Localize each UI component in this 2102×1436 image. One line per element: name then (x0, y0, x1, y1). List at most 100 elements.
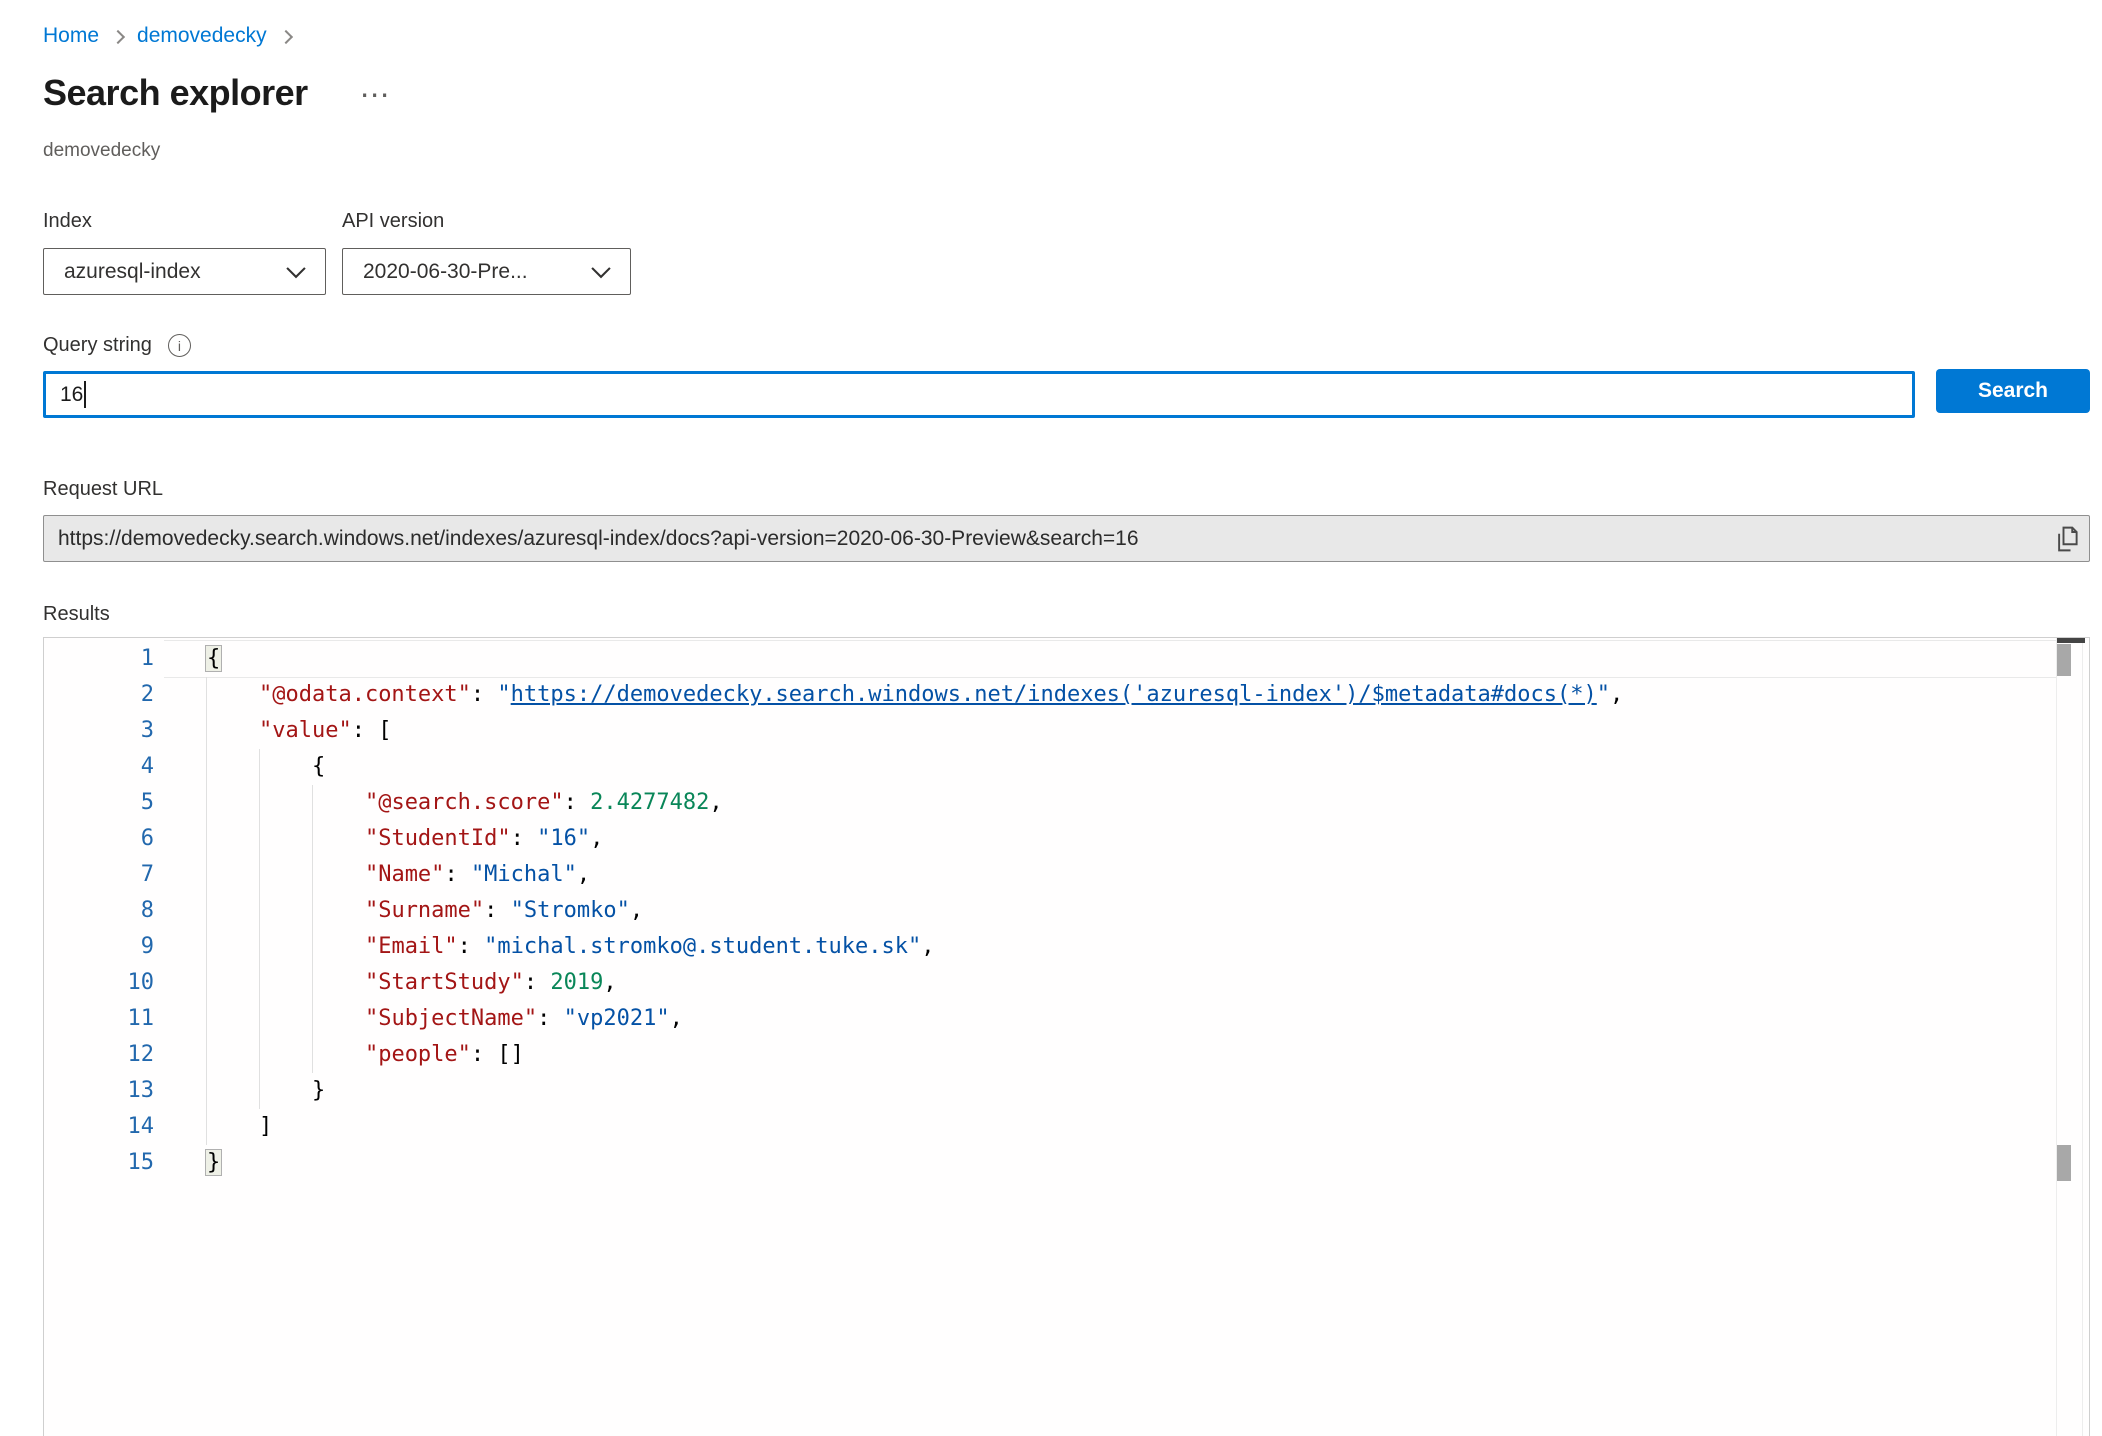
code-link[interactable]: https://demovedecky.search.windows.net/i… (511, 682, 1597, 707)
vertical-scrollbar-thumb[interactable] (2057, 644, 2071, 676)
code-token: "16" (537, 826, 590, 851)
code-line[interactable]: 5 "@search.score": 2.4277482, (44, 785, 2089, 821)
line-number[interactable]: 1 (44, 641, 154, 677)
code-token: "people" (365, 1042, 471, 1067)
code-token: "StudentId" (365, 826, 511, 851)
line-content: "Name": "Michal", (206, 857, 590, 893)
code-line[interactable]: 10 "StartStudy": 2019, (44, 965, 2089, 1001)
breadcrumb-home-link[interactable]: Home (43, 24, 99, 48)
line-number[interactable]: 9 (44, 929, 154, 965)
line-content: "StudentId": "16", (206, 821, 603, 857)
overview-ruler-cursor-marker (2057, 638, 2085, 643)
results-editor[interactable]: 1{2 "@odata.context": "https://demovedec… (43, 637, 2090, 1436)
line-number[interactable]: 11 (44, 1001, 154, 1037)
line-content: "StartStudy": 2019, (206, 965, 617, 1001)
line-number[interactable]: 6 (44, 821, 154, 857)
line-number[interactable]: 13 (44, 1073, 154, 1109)
line-content: { (206, 641, 221, 677)
query-string-value: 16 (60, 383, 83, 407)
code-token: : (484, 898, 511, 923)
api-version-dropdown[interactable]: 2020-06-30-Pre... (342, 248, 631, 295)
line-number[interactable]: 8 (44, 893, 154, 929)
line-number[interactable]: 2 (44, 677, 154, 713)
query-string-label: Query string (43, 334, 152, 357)
code-token: : (458, 934, 485, 959)
code-token: : (471, 682, 498, 707)
code-token: " (497, 682, 510, 707)
info-icon[interactable]: i (168, 334, 191, 357)
code-token: } (312, 1078, 325, 1103)
code-token: , (921, 934, 934, 959)
api-version-label: API version (342, 210, 444, 233)
code-token: "SubjectName" (365, 1006, 537, 1031)
index-dropdown[interactable]: azuresql-index (43, 248, 326, 295)
code-line[interactable]: 9 "Email": "michal.stromko@.student.tuke… (44, 929, 2089, 965)
code-token: , (1610, 682, 1623, 707)
code-line[interactable]: 12 "people": [] (44, 1037, 2089, 1073)
search-button[interactable]: Search (1936, 369, 2090, 413)
code-line[interactable]: 6 "StudentId": "16", (44, 821, 2089, 857)
code-token: , (630, 898, 643, 923)
code-token: { (205, 645, 222, 672)
line-number[interactable]: 14 (44, 1109, 154, 1145)
code-token: : (537, 1006, 564, 1031)
code-token: : [ (352, 718, 392, 743)
more-menu-button[interactable]: ⋯ (360, 81, 391, 111)
code-token: "michal.stromko@.student.tuke.sk" (484, 934, 921, 959)
copy-icon[interactable] (2053, 525, 2081, 553)
code-token: , (590, 826, 603, 851)
overview-ruler-bracket-marker (2057, 1145, 2071, 1181)
code-line[interactable]: 1{ (44, 641, 2089, 677)
code-token: "@search.score" (365, 790, 564, 815)
code-line[interactable]: 15} (44, 1145, 2089, 1181)
title-row: Search explorer ⋯ (43, 72, 391, 114)
code-token: } (205, 1149, 222, 1176)
line-number[interactable]: 5 (44, 785, 154, 821)
code-token: 2.4277482 (590, 790, 709, 815)
code-token: , (670, 1006, 683, 1031)
code-token: , (577, 862, 590, 887)
query-string-input[interactable]: 16 (43, 371, 1915, 418)
line-number[interactable]: 10 (44, 965, 154, 1001)
code-token: "Stromko" (511, 898, 630, 923)
code-line[interactable]: 8 "Surname": "Stromko", (44, 893, 2089, 929)
line-content: "Surname": "Stromko", (206, 893, 643, 929)
code-token: "Michal" (471, 862, 577, 887)
chevron-right-icon (279, 29, 293, 43)
code-token: : (524, 970, 551, 995)
line-content: "@odata.context": "https://demovedecky.s… (206, 677, 1623, 713)
text-cursor (84, 381, 86, 408)
code-token: ] (259, 1114, 272, 1139)
code-line[interactable]: 7 "Name": "Michal", (44, 857, 2089, 893)
api-version-dropdown-value: 2020-06-30-Pre... (363, 260, 528, 284)
code-token: "StartStudy" (365, 970, 524, 995)
code-lines: 1{2 "@odata.context": "https://demovedec… (44, 641, 2089, 1181)
line-content: "SubjectName": "vp2021", (206, 1001, 683, 1037)
code-token: "value" (259, 718, 352, 743)
code-token: : (564, 790, 591, 815)
line-number[interactable]: 3 (44, 713, 154, 749)
code-line[interactable]: 2 "@odata.context": "https://demovedecky… (44, 677, 2089, 713)
breadcrumb-service-link[interactable]: demovedecky (137, 24, 267, 48)
chevron-down-icon (588, 259, 614, 285)
code-line[interactable]: 14 ] (44, 1109, 2089, 1145)
request-url-value: https://demovedecky.search.windows.net/i… (58, 527, 1139, 551)
line-number[interactable]: 15 (44, 1145, 154, 1181)
code-line[interactable]: 3 "value": [ (44, 713, 2089, 749)
line-content: } (206, 1073, 325, 1109)
line-number[interactable]: 12 (44, 1037, 154, 1073)
code-token: { (312, 754, 325, 779)
code-line[interactable]: 11 "SubjectName": "vp2021", (44, 1001, 2089, 1037)
code-token: "vp2021" (564, 1006, 670, 1031)
code-token: " (1597, 682, 1610, 707)
line-content: "@search.score": 2.4277482, (206, 785, 723, 821)
request-url-label: Request URL (43, 478, 163, 501)
code-token: : (511, 826, 538, 851)
request-url-field: https://demovedecky.search.windows.net/i… (43, 515, 2090, 562)
line-content: "value": [ (206, 713, 391, 749)
code-line[interactable]: 13 } (44, 1073, 2089, 1109)
line-number[interactable]: 7 (44, 857, 154, 893)
search-explorer-page: Home demovedecky Search explorer ⋯ demov… (0, 0, 2102, 1436)
line-number[interactable]: 4 (44, 749, 154, 785)
code-line[interactable]: 4 { (44, 749, 2089, 785)
